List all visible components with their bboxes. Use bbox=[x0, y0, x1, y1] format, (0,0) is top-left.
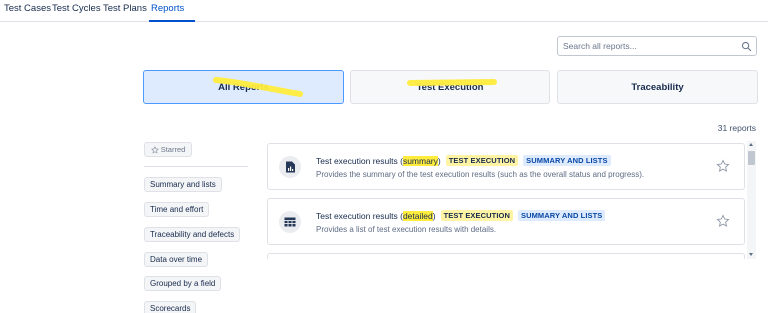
tab-test-cycles[interactable]: Test Cycles bbox=[52, 3, 101, 14]
report-description: Provides a list of test execution result… bbox=[316, 225, 497, 234]
report-title: Test execution results (detailed) TEST E… bbox=[316, 210, 606, 221]
star-outline-icon[interactable] bbox=[716, 159, 730, 173]
category-all-reports[interactable]: All Reports bbox=[143, 70, 344, 104]
chart-report-icon bbox=[279, 156, 301, 178]
sidebar-item-scorecards[interactable]: Scorecards bbox=[144, 301, 197, 313]
sidebar-divider bbox=[144, 166, 248, 167]
scroll-down-arrow-icon[interactable] bbox=[749, 253, 753, 256]
report-card[interactable]: Test execution results (summary) TEST EX… bbox=[267, 143, 745, 190]
report-title-highlight: detailed bbox=[402, 210, 433, 221]
star-outline-icon[interactable] bbox=[716, 214, 730, 228]
sidebar-item-summary-and-lists[interactable]: Summary and lists bbox=[144, 177, 222, 192]
category-traceability[interactable]: Traceability bbox=[557, 70, 758, 104]
search-input[interactable] bbox=[558, 37, 736, 55]
category-badge: SUMMARY AND LISTS bbox=[523, 155, 611, 166]
category-label: All Reports bbox=[218, 81, 269, 93]
report-title-text: Test execution results ( bbox=[316, 210, 403, 221]
search-box bbox=[557, 36, 757, 56]
tab-test-plans[interactable]: Test Plans bbox=[103, 3, 147, 14]
report-card[interactable]: Test execution results (detailed) TEST E… bbox=[267, 198, 745, 245]
star-outline-icon bbox=[150, 145, 159, 154]
search-icon[interactable] bbox=[741, 41, 752, 52]
report-title-highlight: summary bbox=[402, 155, 438, 166]
type-badge: TEST EXECUTION bbox=[440, 210, 513, 221]
category-label: Traceability bbox=[631, 81, 684, 93]
report-title-text: Test execution results ( bbox=[316, 155, 403, 166]
report-card[interactable] bbox=[267, 253, 745, 259]
report-list: Test execution results (summary) TEST EX… bbox=[267, 141, 747, 259]
starred-label: Starred bbox=[160, 145, 186, 154]
sidebar-item-time-and-effort[interactable]: Time and effort bbox=[144, 202, 210, 217]
starred-filter[interactable]: Starred bbox=[144, 142, 192, 157]
report-title-text: ) bbox=[432, 210, 436, 221]
sidebar-item-grouped-by-a-field[interactable]: Grouped by a field bbox=[144, 276, 222, 291]
active-tab-indicator bbox=[149, 20, 195, 22]
category-badge: SUMMARY AND LISTS bbox=[517, 210, 606, 221]
report-title: Test execution results (summary) TEST EX… bbox=[316, 155, 611, 166]
report-list-scrollbar[interactable] bbox=[747, 141, 756, 259]
type-badge: TEST EXECUTION bbox=[445, 155, 519, 166]
report-title-text: ) bbox=[437, 155, 441, 166]
tab-reports[interactable]: Reports bbox=[151, 3, 184, 14]
scroll-thumb[interactable] bbox=[748, 151, 755, 165]
tab-test-cases[interactable]: Test Cases bbox=[4, 3, 51, 14]
table-report-icon bbox=[279, 211, 301, 233]
scroll-up-arrow-icon[interactable] bbox=[749, 143, 753, 146]
top-tab-bar: Test Cases Test Cycles Test Plans Report… bbox=[0, 0, 768, 22]
category-label: Test Execution bbox=[416, 81, 484, 93]
sidebar-item-data-over-time[interactable]: Data over time bbox=[144, 252, 209, 267]
report-count: 31 reports bbox=[717, 123, 756, 133]
category-test-execution[interactable]: Test Execution bbox=[350, 70, 550, 104]
sidebar-item-traceability-and-defects[interactable]: Traceability and defects bbox=[144, 227, 241, 242]
report-description: Provides the summary of the test executi… bbox=[316, 170, 645, 179]
